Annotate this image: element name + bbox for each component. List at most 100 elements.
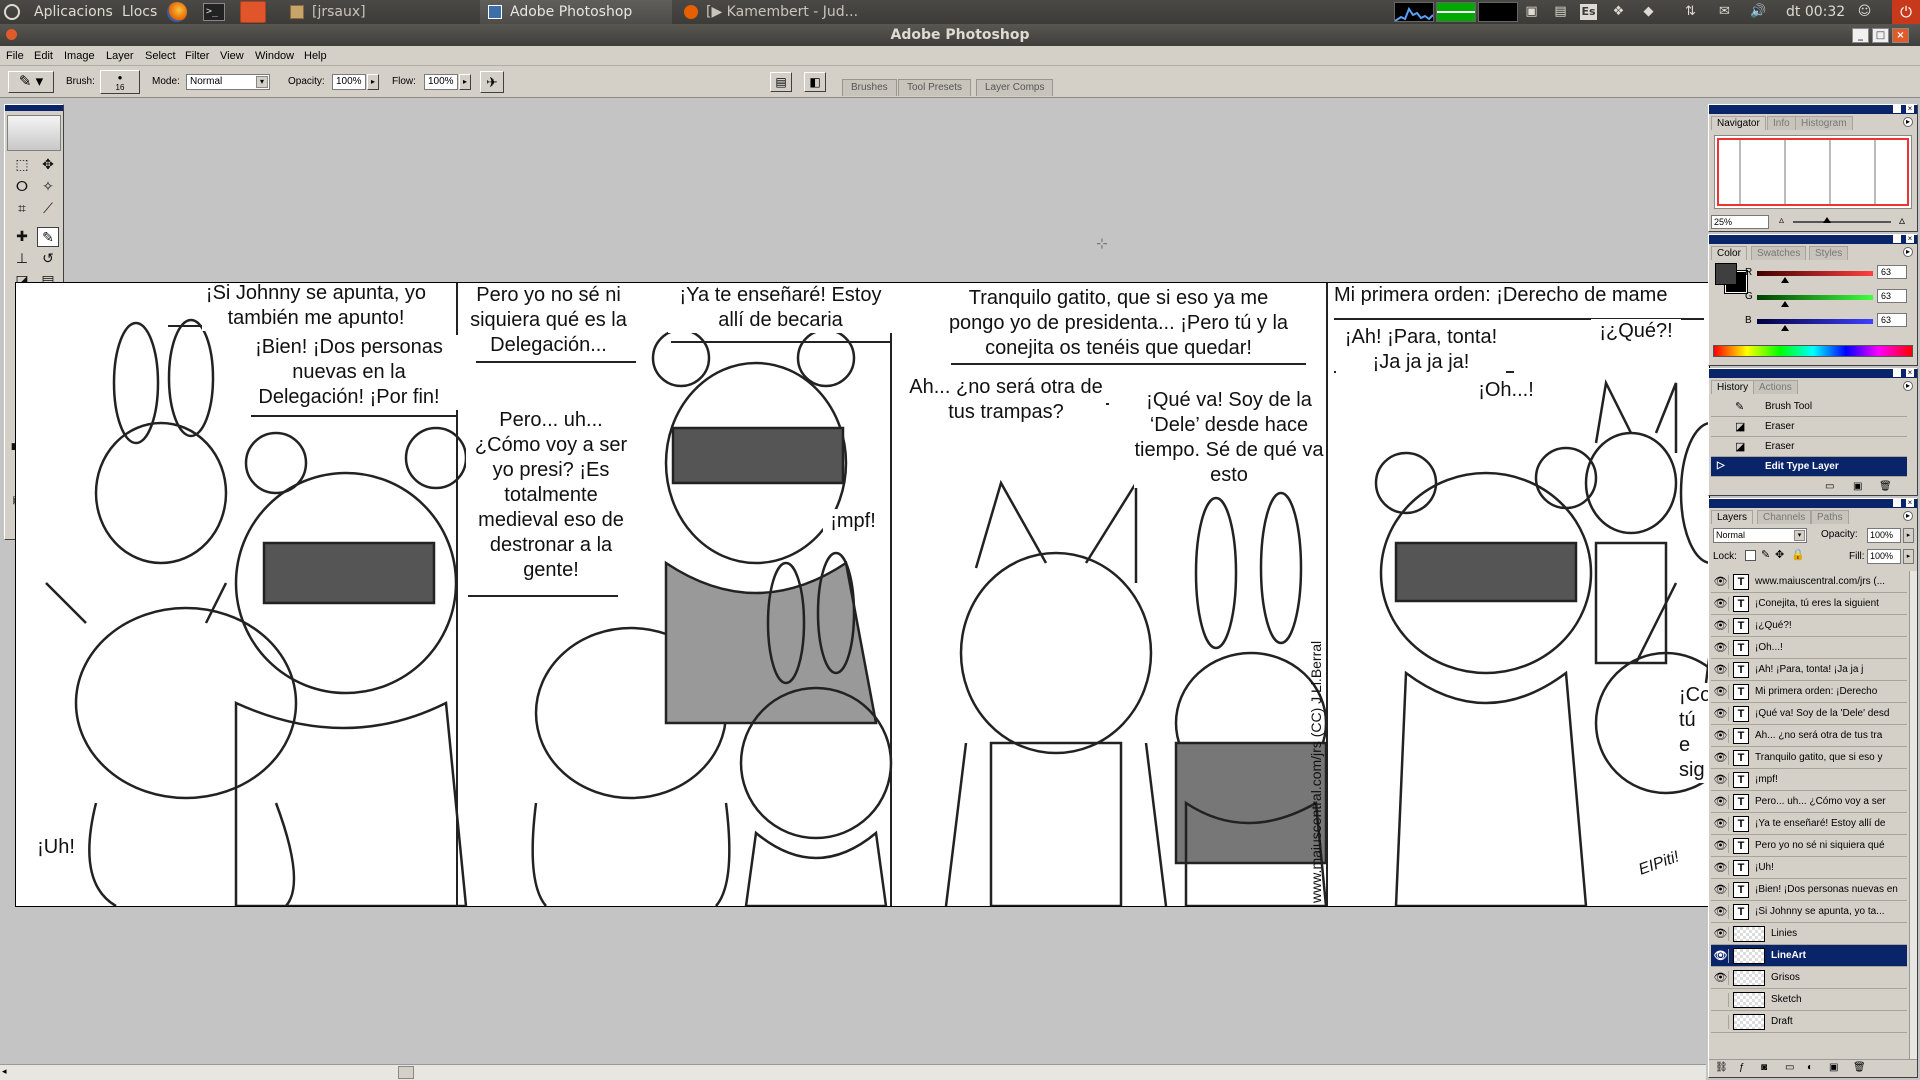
clone-stamp-tool-icon[interactable]: ⊥ [11,249,33,269]
firefox-launcher-icon[interactable] [167,2,187,22]
eye-visibility-icon[interactable]: 👁 [1713,949,1729,963]
trash-icon[interactable]: ▤ [1552,4,1569,20]
color-fg-swatch[interactable] [1715,263,1737,285]
zoom-input[interactable]: 25% [1711,215,1769,229]
places-menu[interactable]: Llocs [122,0,157,24]
tab-info[interactable]: Info [1767,116,1796,130]
network-monitor-icon[interactable] [1478,2,1518,22]
opacity-slider-button[interactable]: ▸ [367,74,379,90]
eye-visibility-icon[interactable]: 👁 [1713,663,1729,677]
tab-swatches[interactable]: Swatches [1751,246,1807,260]
layer-row[interactable]: 👁 Twww.maiuscentral.com/jrs (... [1711,571,1907,593]
marquee-tool-icon[interactable]: ⬚ [11,155,33,175]
minimize-palette-icon[interactable] [1893,369,1901,377]
minimize-palette-icon[interactable] [1893,499,1901,507]
navigator-view-box[interactable] [1717,138,1909,206]
tab-channels[interactable]: Channels [1757,510,1812,524]
menu-window[interactable]: Window [255,46,294,66]
layer-mask-icon[interactable]: ◙ [1761,1060,1767,1076]
blend-mode-select[interactable]: Normal ▾ [1713,528,1807,543]
eye-visibility-icon[interactable]: 👁 [1713,597,1729,611]
layer-row[interactable]: 👁 T ¡Ah! ¡Para, tonta! ¡Ja ja j [1711,659,1907,681]
eye-visibility-icon[interactable]: 👁 [1713,707,1729,721]
lock-image-icon[interactable]: ✎ [1761,548,1770,561]
history-item[interactable]: ◪ Eraser [1711,417,1907,437]
blue-slider[interactable] [1757,319,1873,324]
fill-input[interactable]: 100% [1867,549,1901,564]
new-snapshot-icon[interactable]: ▣ [1853,481,1862,492]
green-value-input[interactable]: 63 [1877,289,1907,303]
blue-value-input[interactable]: 63 [1877,313,1907,327]
applications-menu[interactable]: Aplicacions [34,0,113,24]
opacity-input[interactable]: 100% [332,74,366,90]
menu-select[interactable]: Select [145,46,176,66]
minimize-palette-icon[interactable] [1893,235,1901,243]
eye-visibility-icon[interactable]: 👁 [1713,685,1729,699]
menu-file[interactable]: File [6,46,24,66]
layer-row[interactable]: 👁 T Mi primera orden: ¡Derecho [1711,681,1907,703]
palette-menu-icon[interactable]: ▸ [1903,381,1913,391]
window-menu-icon[interactable] [6,29,17,40]
eye-visibility-icon[interactable]: 👁 [1713,619,1729,633]
slice-tool-icon[interactable]: ⟋ [37,199,59,219]
layer-link-icon[interactable]: ⛓ [1715,1060,1728,1076]
tab-navigator[interactable]: Navigator [1711,116,1766,130]
navigator-thumbnail[interactable] [1714,135,1912,209]
color-spectrum-ramp[interactable] [1713,345,1913,357]
eye-visibility-icon[interactable]: 👁 [1713,883,1729,897]
layer-row[interactable]: 👁 Linies [1711,923,1907,945]
zoom-slider[interactable] [1793,221,1891,223]
flow-input[interactable]: 100% [424,74,458,90]
menu-edit[interactable]: Edit [34,46,53,66]
crop-tool-icon[interactable]: ⌗ [11,199,33,219]
eye-visibility-icon[interactable]: 👁 [1713,861,1729,875]
photoshop-feather-logo[interactable] [7,115,61,151]
toolbox-titlebar[interactable] [5,105,63,111]
well-tab-brushes[interactable]: Brushes [842,79,897,96]
volume-icon[interactable]: 🔊 [1750,4,1767,20]
network-updown-icon[interactable]: ⇅ [1682,4,1699,20]
new-document-from-state-icon[interactable]: ▭ [1825,481,1834,492]
green-slider[interactable] [1757,295,1873,300]
tab-histogram[interactable]: Histogram [1795,116,1853,130]
menu-layer[interactable]: Layer [106,46,134,66]
history-item[interactable]: ✎ Brush Tool [1711,397,1907,417]
blue-slider-thumb[interactable] [1781,325,1789,331]
palette-titlebar[interactable]: × [1709,105,1917,114]
palette-menu-icon[interactable]: ▸ [1903,117,1913,127]
close-palette-icon[interactable]: × [1906,235,1914,243]
eye-visibility-icon[interactable]: 👁 [1713,795,1729,809]
adjustment-layer-icon[interactable]: ◐ [1807,1060,1813,1076]
eye-visibility-icon[interactable]: 👁 [1713,971,1729,985]
magic-wand-tool-icon[interactable]: ✧ [37,177,59,197]
palette-titlebar[interactable]: × [1709,369,1917,378]
tab-actions[interactable]: Actions [1753,380,1798,394]
layer-opacity-slider-button[interactable]: ▸ [1903,528,1914,543]
layer-row[interactable]: Sketch [1711,989,1907,1011]
menu-view[interactable]: View [220,46,244,66]
layer-row[interactable]: 👁 T ¡Conejita, tú eres la siguient [1711,593,1907,615]
close-palette-icon[interactable]: × [1906,105,1914,113]
layer-row[interactable]: 👁 T ¡Si Johnny se apunta, yo ta... [1711,901,1907,923]
history-item[interactable]: ◪ Eraser [1711,437,1907,457]
layer-opacity-input[interactable]: 100% [1867,528,1901,543]
layer-row[interactable]: Draft [1711,1011,1907,1033]
red-value-input[interactable]: 63 [1877,265,1907,279]
memory-monitor-icon[interactable] [1436,2,1476,22]
palette-titlebar[interactable]: × [1709,499,1917,508]
mail-icon[interactable]: ✉ [1716,4,1733,20]
app-launcher-icon[interactable] [240,1,266,23]
red-slider[interactable] [1757,271,1873,276]
tool-preset-picker[interactable]: ✎ ▾ [8,71,54,93]
palette-titlebar[interactable]: × [1709,235,1917,244]
taskbar-item-kamembert[interactable]: [▶ Kamembert - Jud... [676,0,876,24]
lock-position-icon[interactable]: ✥ [1775,548,1784,561]
close-palette-icon[interactable]: × [1906,499,1914,507]
menu-image[interactable]: Image [64,46,95,66]
layer-row[interactable]: 👁 T ¡Qué va! Soy de la 'Dele' desd [1711,703,1907,725]
new-layer-icon[interactable]: ▣ [1829,1060,1838,1076]
eye-visibility-icon[interactable]: 👁 [1713,575,1729,589]
layer-row[interactable]: 👁 T ¡Ya te enseñaré! Estoy allí de [1711,813,1907,835]
tab-styles[interactable]: Styles [1809,246,1849,260]
delete-layer-icon[interactable]: 🗑 [1853,1060,1866,1076]
